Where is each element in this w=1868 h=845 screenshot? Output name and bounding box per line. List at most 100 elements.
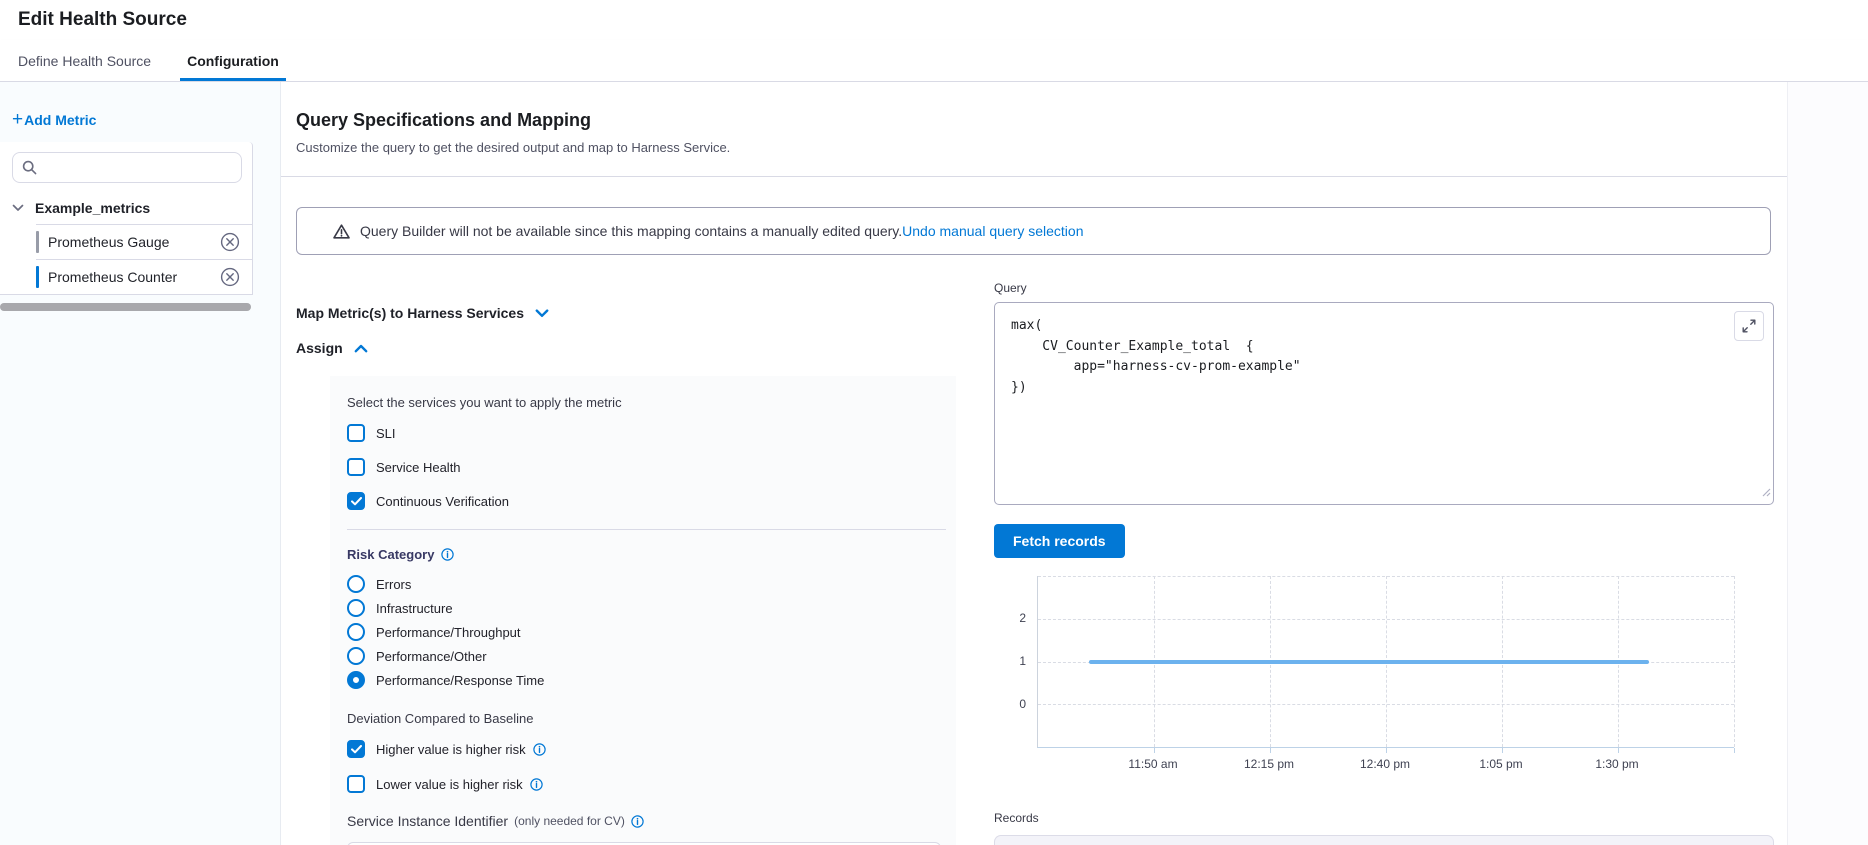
tab-configuration[interactable]: Configuration [187,40,279,81]
expand-icon [1742,319,1756,333]
warning-icon [333,224,350,239]
metric-item-label: Prometheus Counter [48,269,219,285]
sidebar-horizontal-scrollbar[interactable] [0,303,251,311]
records-panel[interactable] [994,835,1774,845]
sli-checkbox[interactable] [347,424,365,442]
tab-define-health-source[interactable]: Define Health Source [18,40,151,81]
main-content: Query Specifications and Mapping Customi… [281,82,1868,845]
risk-category-label-row: Risk Category [347,547,956,562]
services-label: Select the services you want to apply th… [347,395,956,410]
metric-accent-bar [36,231,39,253]
radio-row-errors[interactable]: Errors [347,574,956,594]
x-axis-tick-2: 12:40 pm [1348,757,1422,771]
map-metrics-label: Map Metric(s) to Harness Services [296,305,524,321]
app-window: Edit Health Source Define Health Source … [0,0,1868,845]
search-icon [22,160,37,175]
infrastructure-label: Infrastructure [376,601,453,616]
checkbox-row-service-health[interactable]: Service Health [347,457,956,477]
radio-row-performance-other[interactable]: Performance/Other [347,646,956,666]
performance-throughput-label: Performance/Throughput [376,625,521,640]
expand-query-button[interactable] [1734,311,1764,341]
tab-bar: Define Health Source Configuration [0,40,1868,82]
y-axis-tick-1: 1 [994,654,1026,668]
section-subtitle: Customize the query to get the desired o… [296,140,1787,155]
metric-group-row[interactable]: Example_metrics [0,191,252,224]
sli-label: SLI [376,426,396,441]
x-axis-tick-3: 1:05 pm [1464,757,1538,771]
axis-tick [1734,748,1735,753]
infrastructure-radio[interactable] [347,599,365,617]
info-icon[interactable] [631,815,644,828]
assign-label: Assign [296,340,343,356]
performance-response-time-radio[interactable] [347,671,365,689]
records-label: Records [994,811,1774,825]
lower-risk-label: Lower value is higher risk [376,777,523,792]
radio-row-infrastructure[interactable]: Infrastructure [347,598,956,618]
metric-item-prometheus-counter[interactable]: Prometheus Counter [36,259,252,294]
add-metric-button[interactable]: + Add Metric [12,110,96,129]
query-label: Query [994,281,1774,295]
lower-risk-checkbox[interactable] [347,775,365,793]
radio-row-performance-throughput[interactable]: Performance/Throughput [347,622,956,642]
chevron-down-icon [535,309,549,318]
chevron-up-icon [354,344,368,353]
chevron-down-icon [12,204,24,212]
map-metrics-section-toggle[interactable]: Map Metric(s) to Harness Services [296,305,549,321]
query-text[interactable]: max( CV_Counter_Example_total { app="har… [1011,316,1757,398]
continuous-verification-checkbox[interactable] [347,492,365,510]
check-icon [351,497,362,506]
assign-section-toggle[interactable]: Assign [296,340,956,356]
axis-tick [1502,748,1503,753]
divider [281,176,1787,177]
info-icon[interactable] [441,548,454,561]
search-input[interactable] [44,160,232,175]
fetch-records-button[interactable]: Fetch records [994,524,1125,558]
metric-group-name: Example_metrics [35,200,150,216]
query-results-chart: 2 1 0 [994,576,1739,774]
performance-other-radio[interactable] [347,647,365,665]
performance-throughput-radio[interactable] [347,623,365,641]
remove-metric-icon[interactable] [219,232,240,253]
axis-tick [1270,748,1271,753]
y-axis-tick-2: 2 [994,611,1026,625]
metric-item-label: Prometheus Gauge [48,234,219,250]
service-instance-identifier-label-row: Service Instance Identifier (only needed… [347,813,956,829]
page-header: Edit Health Source [0,0,1868,40]
divider [347,529,946,530]
gridline [1734,576,1735,747]
assign-panel: Select the services you want to apply th… [330,376,956,845]
service-health-checkbox[interactable] [347,458,365,476]
checkbox-row-sli[interactable]: SLI [347,423,956,443]
page-title: Edit Health Source [18,9,187,31]
x-axis-tick-1: 12:15 pm [1232,757,1306,771]
right-gutter [1787,82,1868,845]
higher-risk-checkbox[interactable] [347,740,365,758]
deviation-label: Deviation Compared to Baseline [347,711,956,726]
metric-series-line[interactable] [1089,660,1649,664]
service-health-label: Service Health [376,460,461,475]
info-icon[interactable] [530,778,543,791]
risk-category-label: Risk Category [347,547,434,562]
checkbox-row-lower-risk[interactable]: Lower value is higher risk [347,774,956,794]
continuous-verification-label: Continuous Verification [376,494,509,509]
sidebar: + Add Metric Example_metri [0,82,281,845]
resize-handle-icon[interactable] [1761,484,1771,502]
performance-response-time-label: Performance/Response Time [376,673,544,688]
checkbox-row-continuous-verification[interactable]: Continuous Verification [347,491,956,511]
query-editor[interactable]: max( CV_Counter_Example_total { app="har… [994,302,1774,505]
sii-note: (only needed for CV) [514,814,625,828]
errors-radio[interactable] [347,575,365,593]
check-icon [351,745,362,754]
metric-search-box [12,152,242,183]
y-axis-tick-0: 0 [994,697,1026,711]
checkbox-row-higher-risk[interactable]: Higher value is higher risk [347,739,956,759]
radio-row-performance-response-time[interactable]: Performance/Response Time [347,670,956,690]
axis-tick [1618,748,1619,753]
warning-text: Query Builder will not be available sinc… [360,223,902,239]
performance-other-label: Performance/Other [376,649,487,664]
remove-metric-icon[interactable] [219,267,240,288]
x-axis-tick-4: 1:30 pm [1580,757,1654,771]
info-icon[interactable] [533,743,546,756]
metric-item-prometheus-gauge[interactable]: Prometheus Gauge [36,224,252,259]
undo-query-selection-link[interactable]: Undo manual query selection [902,223,1083,239]
